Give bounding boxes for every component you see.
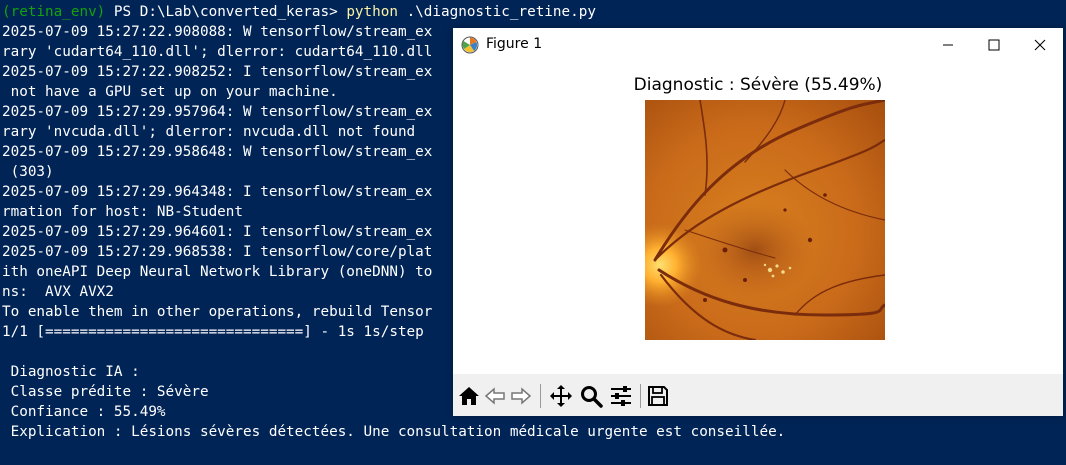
explanation-line: Explication : Lésions sévères détectées.… (2, 424, 786, 440)
home-icon (459, 387, 479, 405)
configure-subplots-button[interactable] (609, 384, 633, 408)
forward-arrow-icon (511, 387, 532, 405)
save-button[interactable] (646, 384, 670, 408)
command-name: python (346, 4, 398, 20)
maximize-button[interactable] (971, 28, 1017, 61)
retina-fundus-image (645, 100, 885, 340)
minimize-button[interactable] (925, 28, 971, 61)
navigation-toolbar (453, 374, 1063, 416)
back-button[interactable] (483, 384, 507, 408)
zoom-button[interactable] (579, 384, 603, 408)
close-button[interactable] (1017, 28, 1063, 61)
matplotlib-logo-icon (461, 36, 479, 54)
toolbar-separator (540, 384, 541, 408)
command-arg: .\diagnostic_retine.py (397, 4, 596, 20)
home-button[interactable] (457, 384, 481, 408)
close-icon (1034, 39, 1046, 51)
prompt-env: (retina_env) (2, 4, 106, 20)
maximize-icon (988, 39, 1000, 51)
toolbar-separator (640, 384, 641, 408)
zoom-icon (581, 386, 603, 408)
title-bar[interactable]: Figure 1 (453, 28, 1063, 61)
save-icon (648, 386, 668, 406)
back-arrow-icon (484, 387, 505, 405)
window-title: Figure 1 (486, 36, 543, 52)
terminal-prompt-line: (retina_env) PS D:\Lab\converted_keras> … (0, 2, 1066, 22)
figure-window[interactable]: Figure 1 Diagnostic : Sévère (55.49%) (453, 28, 1063, 416)
sliders-icon (611, 386, 631, 406)
forward-button[interactable] (509, 384, 533, 408)
prompt-path: PS D:\Lab\converted_keras> (105, 4, 347, 20)
minimize-icon (943, 44, 953, 46)
pan-button[interactable] (549, 384, 573, 408)
plot-title: Diagnostic : Sévère (55.49%) (633, 75, 883, 95)
move-icon (550, 385, 572, 407)
